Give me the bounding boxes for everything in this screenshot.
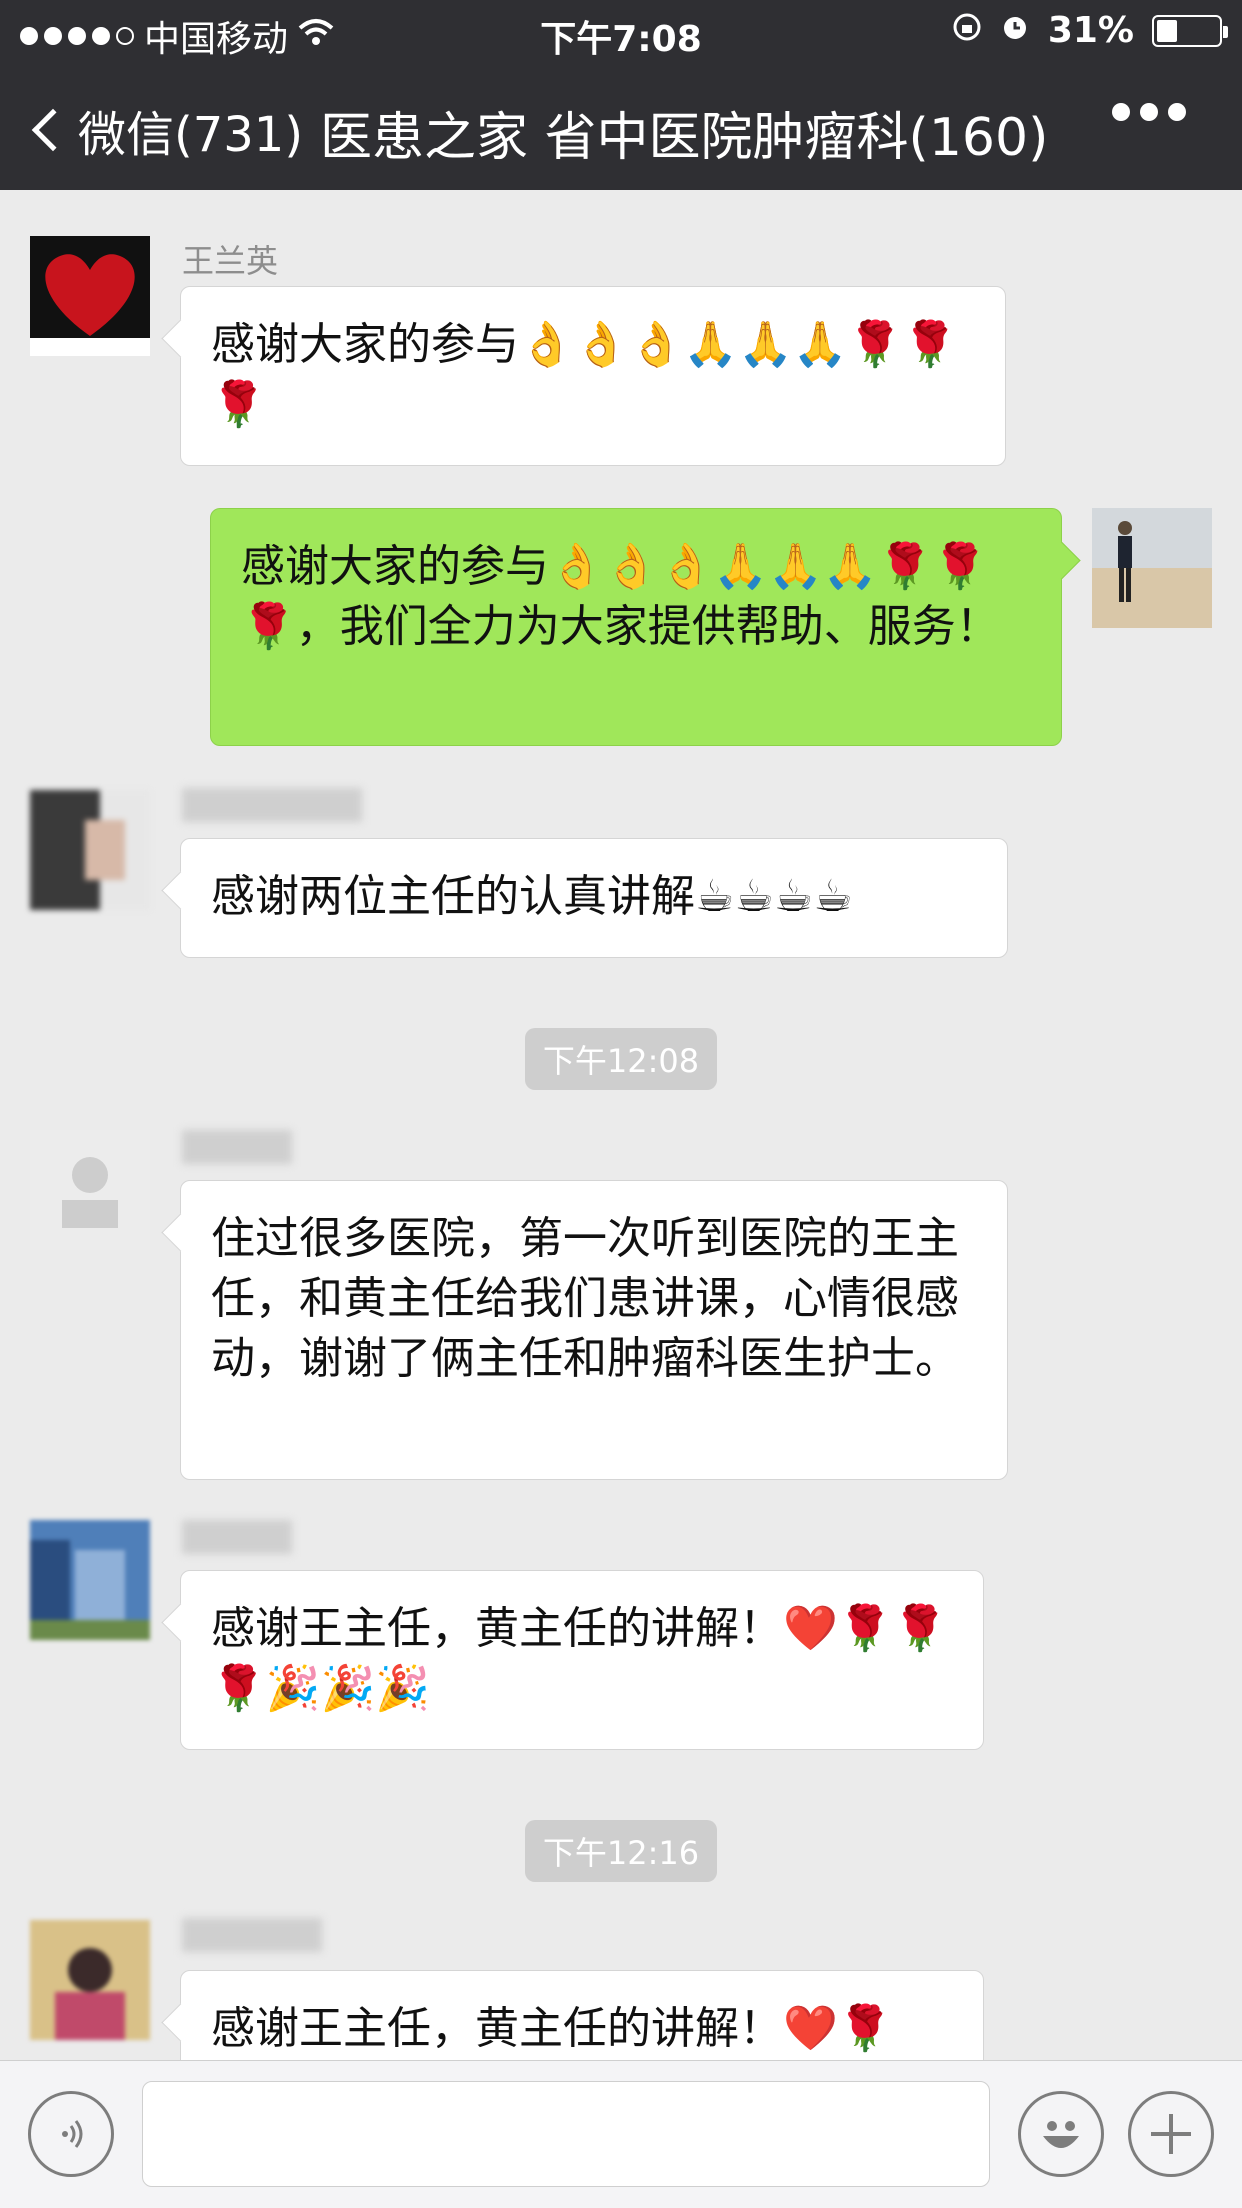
voice-icon bbox=[62, 2120, 83, 2148]
voice-button[interactable] bbox=[28, 2091, 114, 2177]
avatar[interactable] bbox=[30, 1920, 150, 2040]
message-bubble[interactable]: 感谢王主任，黄主任的讲解！❤️🌹🌹🌹🎉🎉🎉 bbox=[180, 1570, 984, 1750]
message-bubble[interactable]: 住过很多医院，第一次听到医院的王主任，和黄主任给我们患讲课，心情很感动，谢谢了俩… bbox=[180, 1180, 1008, 1480]
back-button[interactable]: 微信(731) bbox=[31, 95, 304, 165]
avatar[interactable] bbox=[30, 790, 150, 910]
message-input[interactable] bbox=[142, 2081, 990, 2187]
sender-name bbox=[182, 1130, 292, 1164]
chat-area[interactable]: 王兰英 感谢大家的参与👌👌👌🙏🙏🙏🌹🌹🌹 感谢大家的参与👌👌👌🙏🙏🙏🌹🌹🌹，我们… bbox=[0, 190, 1242, 2060]
top-bar: 中国移动 下午7:08 31% 微信(731) 医患之家 省中医院肿瘤科(160… bbox=[0, 0, 1242, 190]
sender-name bbox=[182, 788, 362, 822]
alarm-icon bbox=[1000, 10, 1030, 51]
message-bubble-mine[interactable]: 感谢大家的参与👌👌👌🙏🙏🙏🌹🌹🌹，我们全力为大家提供帮助、服务！ bbox=[210, 508, 1062, 746]
sender-name: 王兰英 bbox=[182, 242, 279, 280]
sender-name bbox=[182, 1520, 292, 1554]
back-label: 微信(731) bbox=[78, 107, 304, 163]
more-icon bbox=[1112, 103, 1130, 121]
message-bubble[interactable]: 感谢两位主任的认真讲解☕☕☕☕ bbox=[180, 838, 1008, 958]
message-bubble[interactable]: 感谢大家的参与👌👌👌🙏🙏🙏🌹🌹🌹 bbox=[180, 286, 1006, 466]
sender-name bbox=[182, 1918, 322, 1952]
emoji-button[interactable] bbox=[1018, 2091, 1104, 2177]
message-bubble[interactable]: 感谢王主任，黄主任的讲解！❤️🌹 bbox=[180, 1970, 984, 2060]
avatar[interactable] bbox=[30, 236, 150, 356]
input-bar bbox=[0, 2060, 1242, 2208]
nav-bar: 微信(731) 医患之家 省中医院肿瘤科(160) bbox=[0, 85, 1242, 170]
chat-title: 医患之家 省中医院肿瘤科(160) bbox=[320, 108, 1049, 168]
more-button[interactable] bbox=[1112, 103, 1186, 121]
chevron-left-icon bbox=[31, 108, 75, 152]
emoji-icon bbox=[1043, 2121, 1079, 2148]
status-bar: 中国移动 下午7:08 31% bbox=[0, 0, 1242, 62]
timestamp: 下午12:08 bbox=[0, 1028, 1242, 1090]
avatar[interactable] bbox=[1092, 508, 1212, 628]
avatar[interactable] bbox=[30, 1520, 150, 1640]
plus-icon bbox=[1151, 2114, 1191, 2154]
avatar[interactable] bbox=[30, 1130, 150, 1250]
rotation-lock-icon bbox=[952, 10, 982, 51]
battery-icon bbox=[1152, 14, 1228, 47]
timestamp: 下午12:16 bbox=[0, 1820, 1242, 1882]
battery-percent: 31% bbox=[1047, 10, 1134, 51]
plus-button[interactable] bbox=[1128, 2091, 1214, 2177]
